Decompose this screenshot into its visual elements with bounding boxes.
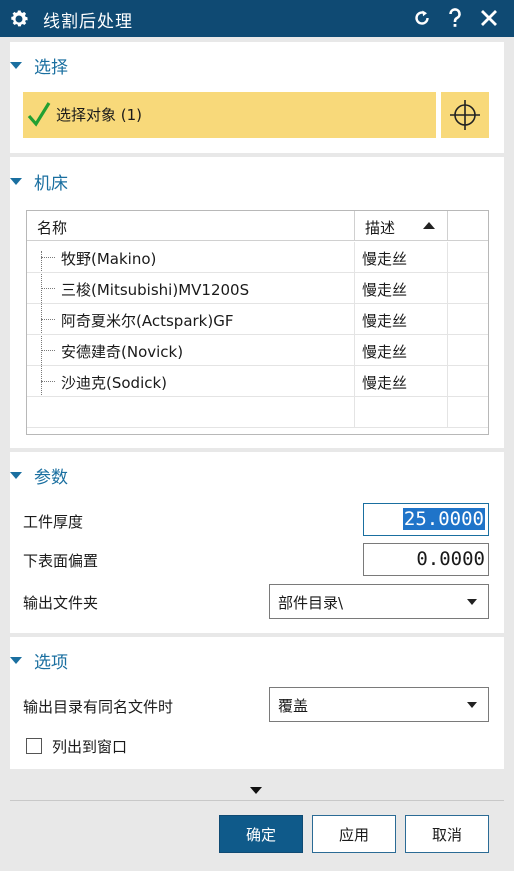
collapse-icon	[10, 471, 22, 479]
machine-desc: 慢走丝	[362, 312, 408, 330]
collapse-icon	[10, 61, 22, 69]
close-icon	[481, 10, 497, 26]
machine-desc: 慢走丝	[362, 343, 408, 361]
ok-button[interactable]: 确定	[219, 815, 303, 853]
machine-name: 三梭(Mitsubishi)MV1200S	[61, 281, 250, 299]
sort-ascending-icon	[423, 222, 435, 229]
help-icon	[449, 8, 461, 27]
collapse-icon	[10, 177, 22, 185]
folder-dropdown[interactable]: 部件目录\	[269, 584, 489, 619]
offset-field[interactable]: 0.0000	[363, 543, 489, 576]
more-options-icon[interactable]	[250, 787, 262, 794]
offset-label: 下表面偏置	[23, 552, 99, 570]
gear-icon[interactable]	[8, 8, 30, 30]
chevron-down-icon	[467, 702, 477, 708]
selection-section-title: 选择	[34, 57, 68, 78]
select-object-row[interactable]: 选择对象 (1)	[23, 92, 436, 138]
column-header-name[interactable]: 名称	[27, 211, 355, 241]
machine-name: 沙迪克(Sodick)	[61, 374, 168, 392]
tree-connector	[41, 381, 55, 382]
machine-name: 牧野(Makino)	[61, 250, 157, 268]
params-section-header[interactable]: 参数	[10, 463, 68, 488]
samename-value: 覆盖	[278, 697, 309, 715]
table-row[interactable]: 阿奇夏米尔(Actspark)GF 慢走丝	[27, 304, 488, 335]
column-header-empty	[448, 211, 488, 241]
tree-connector	[41, 319, 55, 320]
tree-connector	[41, 288, 55, 289]
check-icon	[27, 102, 51, 127]
table-row[interactable]: 三梭(Mitsubishi)MV1200S 慢走丝	[27, 273, 488, 304]
reset-icon	[415, 10, 429, 25]
select-target-button[interactable]	[441, 92, 489, 138]
machine-desc: 慢走丝	[362, 374, 408, 392]
folder-label: 输出文件夹	[23, 594, 99, 612]
chevron-down-icon	[467, 599, 477, 605]
thickness-field[interactable]: 25.0000	[363, 503, 489, 536]
table-row[interactable]: 安德建奇(Novick) 慢走丝	[27, 335, 488, 366]
list-to-window-label: 列出到窗口	[52, 738, 128, 756]
window-title: 线割后处理	[43, 12, 133, 32]
title-bar: 线割后处理	[0, 0, 514, 37]
offset-value: 0.0000	[416, 548, 485, 570]
apply-button[interactable]: 应用	[312, 815, 396, 853]
tree-connector	[41, 257, 55, 258]
thickness-value: 25.0000	[402, 508, 485, 530]
list-to-window-checkbox[interactable]	[26, 738, 42, 754]
samename-label: 输出目录有同名文件时	[23, 698, 174, 716]
collapse-icon	[10, 656, 22, 664]
select-object-label: 选择对象 (1)	[56, 106, 143, 124]
folder-value: 部件目录\	[278, 594, 344, 612]
machine-desc: 慢走丝	[362, 281, 408, 299]
params-section-title: 参数	[34, 467, 68, 488]
thickness-label: 工件厚度	[23, 513, 84, 531]
table-row-empty	[27, 397, 488, 428]
cancel-button[interactable]: 取消	[405, 815, 489, 853]
tree-connector	[41, 350, 55, 351]
machine-section-title: 机床	[34, 173, 68, 194]
help-button[interactable]	[443, 6, 467, 30]
options-section-header[interactable]: 选项	[10, 648, 68, 673]
machine-desc: 慢走丝	[362, 250, 408, 268]
column-header-name-label: 名称	[37, 219, 68, 237]
close-button[interactable]	[477, 6, 501, 30]
machine-name: 安德建奇(Novick)	[61, 343, 184, 361]
table-row[interactable]: 沙迪克(Sodick) 慢走丝	[27, 366, 488, 397]
column-header-desc[interactable]: 描述	[355, 211, 448, 241]
column-header-desc-label: 描述	[365, 219, 396, 237]
samename-dropdown[interactable]: 覆盖	[269, 687, 489, 722]
options-section-title: 选项	[34, 652, 68, 673]
crosshair-icon	[450, 100, 480, 130]
footer-divider	[10, 800, 504, 801]
machine-name: 阿奇夏米尔(Actspark)GF	[61, 312, 234, 330]
machine-section-header[interactable]: 机床	[10, 169, 68, 194]
machine-list: 名称 描述 牧野(Makino) 慢走丝 三梭(Mitsubishi)MV120…	[26, 210, 489, 435]
table-row[interactable]: 牧野(Makino) 慢走丝	[27, 242, 488, 273]
reset-button[interactable]	[410, 6, 434, 30]
selection-section-header[interactable]: 选择	[10, 53, 68, 78]
